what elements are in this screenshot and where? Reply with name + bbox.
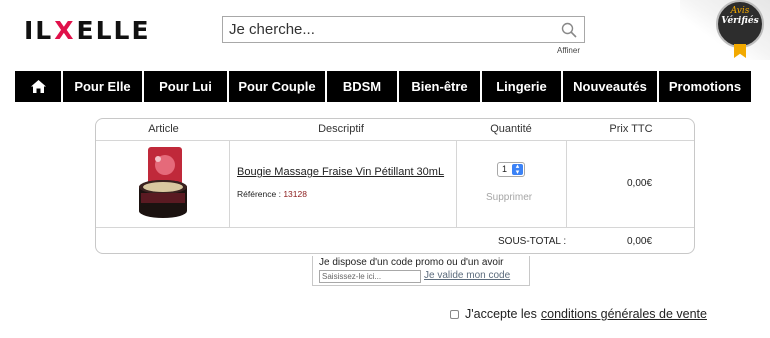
terms-link[interactable]: conditions générales de vente	[541, 307, 707, 321]
search-icon[interactable]	[561, 22, 577, 38]
promo-code-input[interactable]: Saisissez-le ici...	[319, 270, 421, 283]
quantity-select[interactable]: 1 ▴ ▾	[497, 162, 525, 177]
reference-label: Référence :	[237, 189, 284, 199]
column-header-article: Article	[148, 123, 179, 135]
remove-item-button[interactable]: Supprimer	[486, 192, 532, 203]
column-header-quantite: Quantité	[490, 123, 532, 135]
column-divider	[456, 141, 457, 227]
nav-home[interactable]	[15, 71, 61, 102]
reference-value: 13128	[283, 189, 307, 199]
product-image[interactable]	[136, 147, 190, 219]
reviews-badge[interactable]: Avis Vérifiés	[680, 0, 770, 60]
subtotal-divider	[96, 227, 694, 228]
nav-item-bdsm[interactable]: BDSM	[327, 71, 397, 102]
terms-checkbox[interactable]	[450, 309, 459, 319]
terms-prefix: J'accepte les	[465, 307, 537, 321]
refine-search-link[interactable]: Affiner	[557, 46, 580, 55]
column-divider	[566, 141, 567, 227]
home-icon	[30, 80, 46, 93]
nav-item-bien-etre[interactable]: Bien-être	[399, 71, 480, 102]
validate-code-link[interactable]: Je valide mon code	[424, 270, 510, 281]
column-header-descriptif: Descriptif	[318, 123, 364, 135]
terms-acceptance: J'accepte les conditions générales de ve…	[450, 307, 707, 321]
badge-text-avis: Avis	[730, 6, 750, 16]
logo-text-part2: ELLE	[76, 15, 151, 45]
nav-item-promotions[interactable]: Promotions	[659, 71, 751, 102]
nav-item-pour-lui[interactable]: Pour Lui	[144, 71, 227, 102]
badge-text-verifies: Vérifiés	[721, 16, 759, 26]
column-divider	[229, 141, 230, 227]
logo-text-part1: IL	[24, 15, 54, 45]
subtotal-value: 0,00€	[627, 236, 653, 247]
header-divider	[96, 140, 694, 141]
nav-item-lingerie[interactable]: Lingerie	[482, 71, 561, 102]
nav-item-pour-couple[interactable]: Pour Couple	[229, 71, 325, 102]
chevron-updown-icon: ▴ ▾	[512, 163, 523, 176]
site-logo[interactable]: IL X ELLE	[24, 15, 151, 45]
cart-table: Article Descriptif Quantité Prix TTC Bou…	[95, 118, 695, 254]
promo-code-box: Je dispose d'un code promo ou d'un avoir…	[312, 256, 530, 286]
search-input[interactable]: Je cherche...	[229, 21, 315, 38]
main-nav: Pour Elle Pour Lui Pour Couple BDSM Bien…	[15, 71, 765, 102]
item-price: 0,00€	[627, 178, 653, 189]
nav-item-nouveautes[interactable]: Nouveautés	[563, 71, 657, 102]
subtotal-label: SOUS-TOTAL :	[498, 236, 567, 247]
logo-x: X	[54, 15, 76, 45]
quantity-value: 1	[502, 164, 508, 174]
search-box[interactable]: Je cherche...	[222, 16, 585, 43]
nav-item-pour-elle[interactable]: Pour Elle	[63, 71, 142, 102]
column-header-prix: Prix TTC	[609, 123, 653, 135]
product-name-link[interactable]: Bougie Massage Fraise Vin Pétillant 30mL	[237, 166, 444, 178]
product-reference: Référence : 13128	[237, 189, 307, 199]
promo-title: Je dispose d'un code promo ou d'un avoir	[319, 257, 504, 268]
